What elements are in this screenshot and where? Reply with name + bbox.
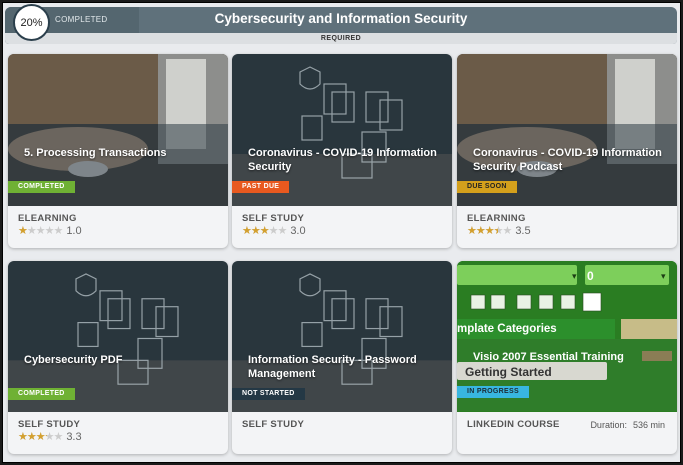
course-type-label: SELF STUDY [18, 419, 81, 430]
course-type-label: ELEARNING [18, 213, 77, 224]
course-card[interactable]: Cybersecurity PDF COMPLETED SELF STUDY ★… [8, 261, 228, 454]
course-header-bar: COMPLETED Cybersecurity and Information … [5, 7, 677, 44]
progress-percent-badge: 20% [13, 4, 50, 41]
course-type-label: ELEARNING [467, 213, 526, 224]
card-title[interactable]: 5. Processing Transactions [24, 146, 216, 160]
rating-value: 3.3 [66, 430, 82, 443]
course-card[interactable]: Coronavirus - COVID-19 Information Secur… [232, 54, 452, 248]
star-rating-icon: ★★★★★★★★★★ [242, 225, 287, 237]
status-badge: IN PROGRESS [457, 386, 529, 398]
rating: ★★★★★★★★★★ 1.0 [18, 224, 82, 238]
course-card[interactable]: Coronavirus - COVID-19 Information Secur… [457, 54, 677, 248]
status-badge: DUE SOON [457, 181, 517, 193]
star-rating-icon: ★★★★★★★★★★ [18, 225, 63, 237]
rating-value: 1.0 [66, 224, 82, 237]
rating: ★★★★★★★★★★ 3.3 [18, 430, 82, 444]
status-badge: PAST DUE [232, 181, 290, 193]
thumb-getting-started: Getting Started [465, 365, 552, 379]
course-card[interactable]: 5. Processing Transactions COMPLETED ELE… [8, 54, 228, 248]
course-card[interactable]: ▾ ▾ 0 mplate Categories Visio 2007 Essen… [457, 261, 677, 454]
rating-value: 3.5 [515, 224, 531, 237]
svg-text:▾: ▾ [572, 271, 577, 281]
rating: ★★★★★★★★★★ 3.0 [242, 224, 306, 238]
rating-value: 3.0 [290, 224, 306, 237]
rating: ★★★★★★★★★★ 3.5 [467, 224, 531, 238]
star-rating-icon: ★★★★★★★★★★ [18, 431, 63, 443]
card-title[interactable]: Coronavirus - COVID-19 Information Secur… [473, 146, 665, 174]
required-label: REQUIRED [5, 33, 677, 44]
course-type-label: SELF STUDY [242, 419, 305, 430]
status-badge: COMPLETED [8, 388, 75, 400]
status-badge: COMPLETED [8, 181, 75, 193]
duration: Duration: 536 min [590, 420, 665, 430]
status-badge: NOT STARTED [232, 388, 305, 400]
star-rating-icon: ★★★★★★★★★★ [467, 225, 512, 237]
course-type-label: LINKEDIN COURSE [467, 419, 560, 430]
course-type-label: SELF STUDY [242, 213, 305, 224]
course-card[interactable]: Information Security - Password Manageme… [232, 261, 452, 454]
card-title[interactable]: Cybersecurity PDF [24, 353, 216, 367]
thumb-dropdown-value: 0 [587, 269, 594, 283]
course-title: Cybersecurity and Information Security [214, 11, 468, 26]
card-title[interactable]: Information Security - Password Manageme… [248, 353, 440, 381]
svg-text:▾: ▾ [661, 271, 666, 281]
thumb-item-title: Visio 2007 Essential Training [473, 351, 624, 363]
card-title[interactable]: Coronavirus - COVID-19 Information Secur… [248, 146, 440, 174]
duration-value: 536 min [632, 420, 665, 430]
duration-label: Duration: [590, 420, 627, 430]
thumb-heading: mplate Categories [457, 323, 557, 335]
